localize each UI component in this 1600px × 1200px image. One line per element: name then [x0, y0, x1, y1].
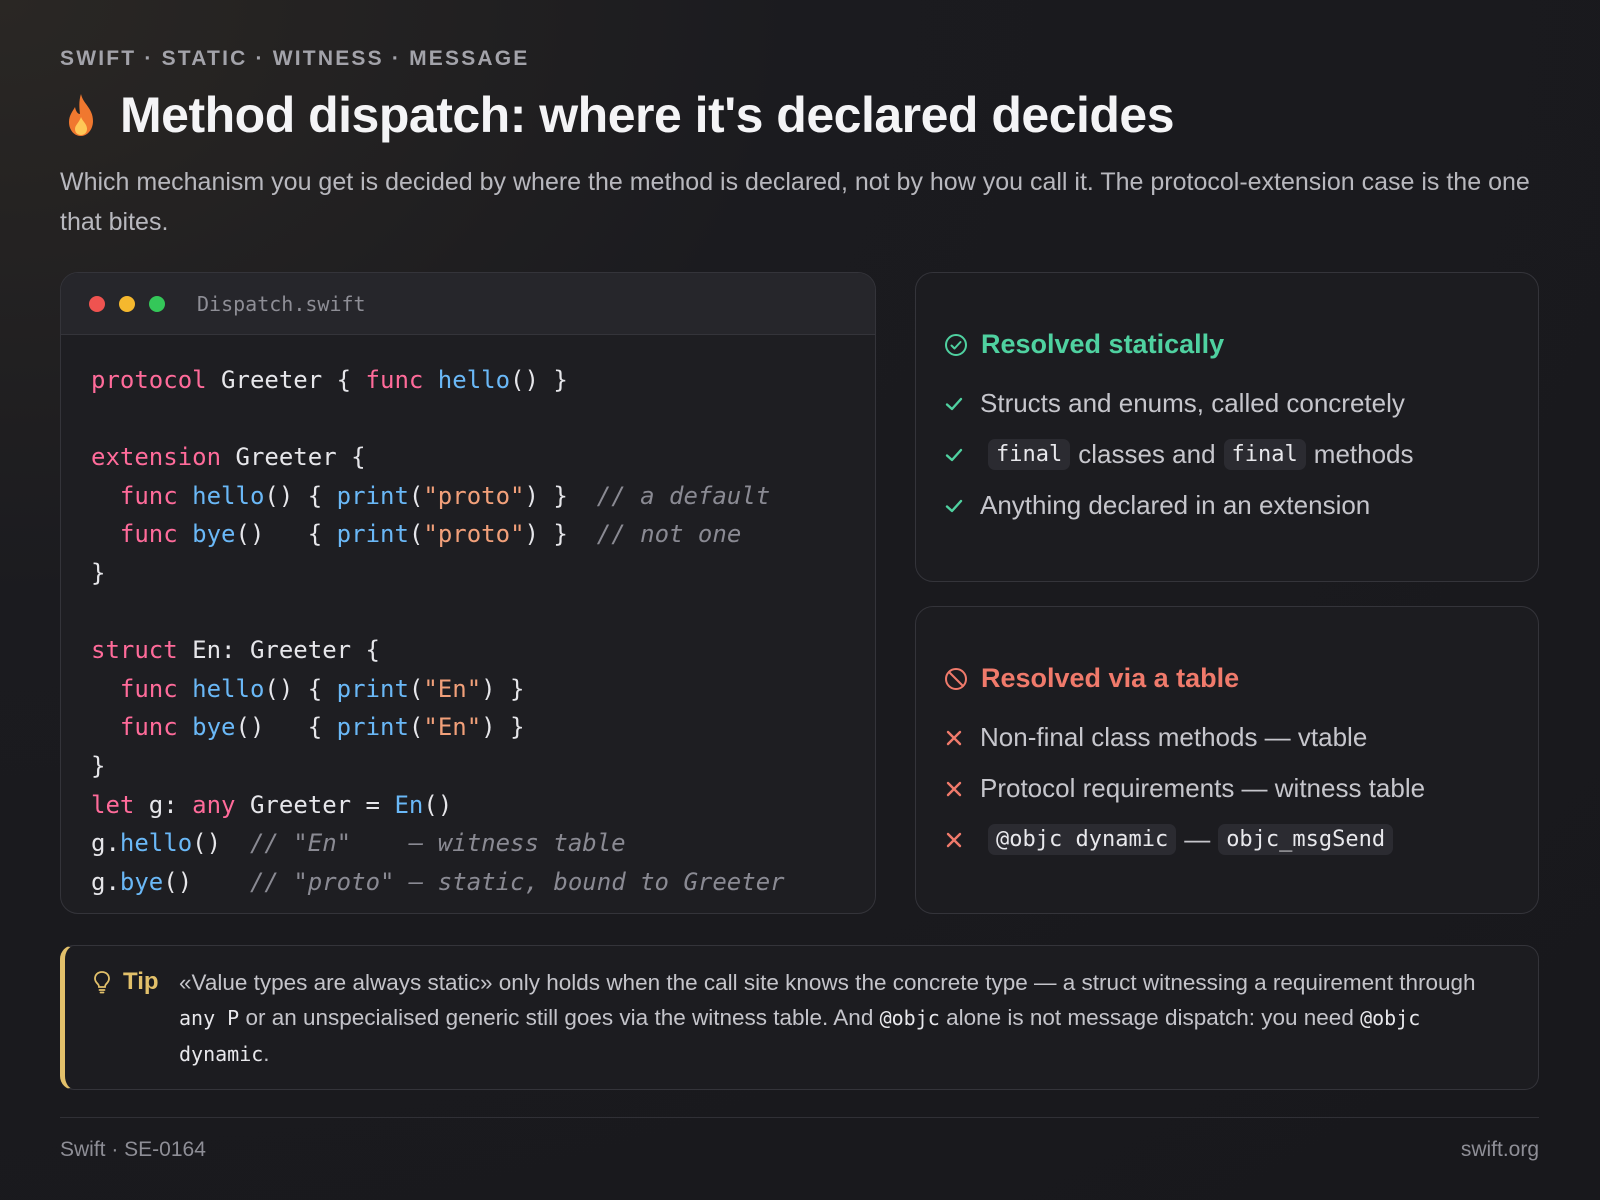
list-item-text: Structs and enums, called concretely	[980, 388, 1405, 418]
code-chip: @objc dynamic	[988, 824, 1177, 855]
title-row: Method dispatch: where it's declared dec…	[60, 86, 1175, 144]
code-block: protocol Greeter { func hello() } extens…	[91, 366, 785, 896]
check-icon	[945, 499, 963, 512]
table-card-heading: Resolved via a table	[944, 663, 1510, 694]
list-item: final classes and final methods	[944, 429, 1510, 480]
page-title: Method dispatch: where it's declared dec…	[120, 87, 1175, 143]
zoom-window-button[interactable]	[149, 295, 165, 312]
code-chip: final	[1223, 439, 1306, 470]
code-window-titlebar: Dispatch.swift	[61, 273, 875, 335]
cross-icon	[946, 781, 962, 796]
code-chip: objc_msgSend	[1218, 824, 1394, 855]
list-item: Anything declared in an extension	[944, 480, 1510, 531]
eyebrow: SWIFT · STATIC · WITNESS · MESSAGE	[60, 47, 530, 70]
static-dispatch-card: Resolved statically Structs and enums, c…	[915, 272, 1539, 582]
static-card-title: Resolved statically	[981, 329, 1225, 359]
list-item: Structs and enums, called concretely	[944, 378, 1510, 429]
list-item: @objc dynamic — objc_msgSend	[944, 814, 1510, 865]
inline-code: @objc	[879, 1006, 940, 1030]
cross-icon	[946, 832, 962, 847]
static-card-heading: Resolved statically	[944, 329, 1510, 360]
table-dispatch-card: Resolved via a table Non-final class met…	[915, 606, 1539, 914]
table-card-title: Resolved via a table	[981, 663, 1240, 693]
code-filename: Dispatch.swift	[197, 291, 366, 316]
tip-text: «Value types are always static» only hol…	[179, 970, 1476, 1066]
footer-source: Swift · SE-0164	[60, 1138, 206, 1161]
lightbulb-icon	[94, 971, 110, 994]
check-icon	[945, 397, 963, 410]
close-window-button[interactable]	[89, 295, 105, 312]
prohibited-icon	[945, 667, 967, 690]
footer-link[interactable]: swift.org	[1461, 1138, 1539, 1162]
flame-icon	[69, 94, 93, 136]
cross-icon	[946, 730, 962, 745]
list-item-text: —	[1184, 824, 1211, 854]
list-item-text: methods	[1313, 439, 1414, 469]
list-item-text: classes and	[1078, 439, 1216, 469]
tip-callout: Tip «Value types are always static» only…	[60, 945, 1539, 1090]
inline-code: any P	[179, 1006, 240, 1030]
page-subtitle: Which mechanism you get is decided by wh…	[60, 168, 1530, 236]
tip-heading: Tip	[93, 968, 159, 996]
check-icon	[945, 448, 963, 461]
code-window: Dispatch.swift protocol Greeter { func h…	[60, 272, 876, 914]
list-item: Non-final class methods — vtable	[944, 712, 1510, 763]
list-item-text: Protocol requirements — witness table	[980, 773, 1426, 803]
footer-divider	[60, 1117, 1539, 1118]
list-item: Protocol requirements — witness table	[944, 763, 1510, 814]
check-circle-icon	[945, 333, 967, 356]
list-item-text: Anything declared in an extension	[980, 490, 1371, 520]
code-chip: final	[988, 439, 1071, 470]
tip-label: Tip	[123, 968, 159, 995]
minimize-window-button[interactable]	[119, 295, 135, 312]
list-item-text: Non-final class methods — vtable	[980, 722, 1368, 752]
